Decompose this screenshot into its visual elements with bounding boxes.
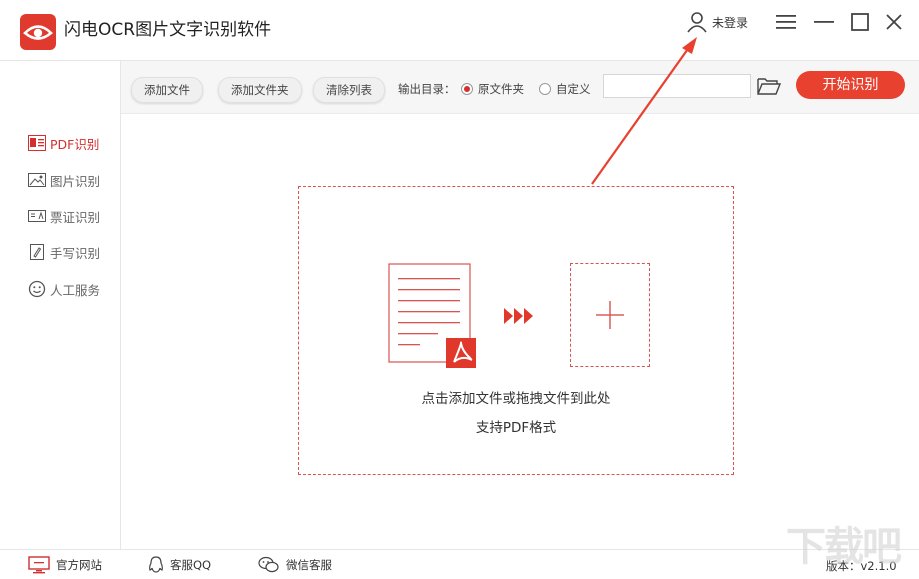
ticket-icon xyxy=(28,210,46,222)
login-button[interactable]: 未登录 xyxy=(686,10,748,34)
user-icon xyxy=(687,12,707,33)
support-wechat-label: 微信客服 xyxy=(286,558,332,572)
start-recognition-button[interactable]: 开始识别 xyxy=(796,71,905,99)
sidebar-item-label: 人工服务 xyxy=(50,282,101,298)
folder-open-icon xyxy=(757,78,782,95)
close-button[interactable] xyxy=(880,8,908,36)
sidebar-item-pdf[interactable]: PDF识别 xyxy=(28,133,99,153)
radio-original-label: 原文件夹 xyxy=(478,82,524,96)
maximize-button[interactable] xyxy=(846,8,874,36)
handwriting-icon xyxy=(30,244,44,260)
image-icon xyxy=(28,173,46,187)
menu-button[interactable] xyxy=(772,8,800,36)
toolbar: 添加文件 添加文件夹 清除列表 输出目录： 原文件夹 自定义 开始识别 xyxy=(121,61,919,114)
output-dir-label: 输出目录： xyxy=(398,82,456,96)
app-logo-eye-icon xyxy=(20,14,56,50)
minimize-button[interactable] xyxy=(810,8,838,36)
login-status-label: 未登录 xyxy=(712,15,749,30)
radio-custom-label: 自定义 xyxy=(556,82,591,96)
browse-folder-button[interactable] xyxy=(757,77,782,99)
menu-icon xyxy=(776,15,796,29)
support-wechat-link[interactable]: 微信客服 xyxy=(258,556,332,574)
pdf-icon xyxy=(28,135,46,151)
clear-list-button[interactable]: 清除列表 xyxy=(313,77,385,103)
radio-custom-folder[interactable]: 自定义 xyxy=(539,81,591,97)
footer: 官方网站 客服QQ 微信客服 版本：v2.1.0 xyxy=(0,549,919,579)
site-watermark: 下载吧 xyxy=(786,524,902,570)
sidebar: PDF识别 图片识别 票证识别 手写识别 人工服务 xyxy=(0,61,121,549)
add-file-box[interactable] xyxy=(570,263,650,367)
radio-indicator-selected xyxy=(461,83,473,95)
file-drop-zone[interactable]: 点击添加文件或拖拽文件到此处 支持PDF格式 xyxy=(298,186,734,475)
sidebar-item-handwriting[interactable]: 手写识别 xyxy=(28,242,100,262)
smiley-icon xyxy=(28,280,46,298)
sidebar-item-label: 票证识别 xyxy=(50,209,101,225)
app-title: 闪电OCR图片文字识别软件 xyxy=(64,20,272,40)
add-file-button[interactable]: 添加文件 xyxy=(131,77,203,103)
sidebar-item-ticket[interactable]: 票证识别 xyxy=(28,206,100,226)
title-bar: 闪电OCR图片文字识别软件 未登录 xyxy=(0,0,919,61)
support-qq-label: 客服QQ xyxy=(170,558,212,572)
support-qq-link[interactable]: 客服QQ xyxy=(148,556,211,574)
output-path-input[interactable] xyxy=(603,74,751,98)
triple-arrow-icon xyxy=(504,307,534,329)
official-website-label: 官方网站 xyxy=(56,558,102,572)
minimize-icon xyxy=(814,21,834,23)
drop-hint-text: 点击添加文件或拖拽文件到此处 xyxy=(421,391,611,407)
sidebar-item-label: 图片识别 xyxy=(50,173,101,189)
wechat-icon xyxy=(258,556,279,573)
monitor-icon xyxy=(28,556,50,574)
maximize-icon xyxy=(851,13,869,31)
sidebar-item-label: 手写识别 xyxy=(50,245,101,261)
radio-indicator xyxy=(539,83,551,95)
pdf-document-icon xyxy=(388,263,478,373)
supported-format-text: 支持PDF格式 xyxy=(475,420,557,436)
official-website-link[interactable]: 官方网站 xyxy=(28,556,102,574)
radio-original-folder[interactable]: 原文件夹 xyxy=(461,81,524,97)
sidebar-item-image[interactable]: 图片识别 xyxy=(28,170,100,190)
close-icon xyxy=(886,14,902,30)
sidebar-item-manual-service[interactable]: 人工服务 xyxy=(28,279,100,299)
qq-icon xyxy=(149,556,163,573)
plus-icon xyxy=(596,301,624,329)
sidebar-item-label: PDF识别 xyxy=(50,136,100,152)
add-folder-button[interactable]: 添加文件夹 xyxy=(218,77,302,103)
